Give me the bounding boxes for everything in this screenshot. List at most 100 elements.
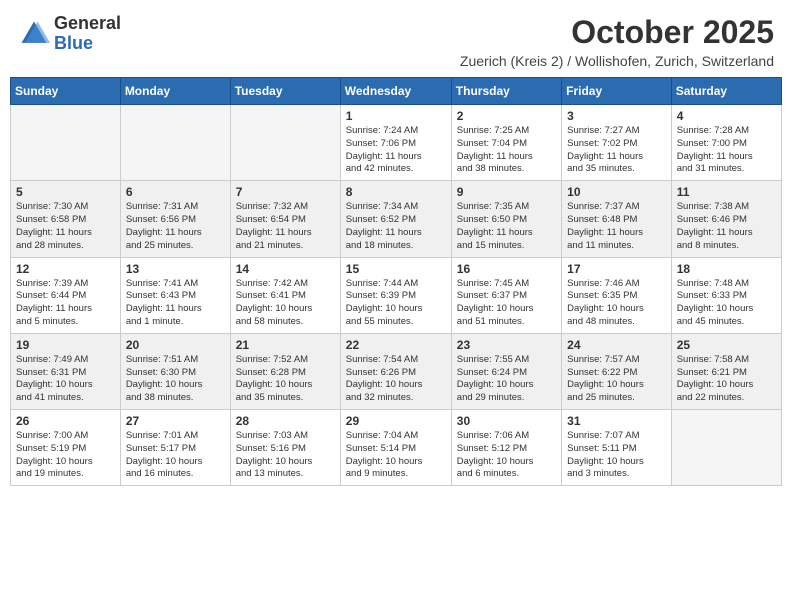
calendar-cell: 31Sunrise: 7:07 AM Sunset: 5:11 PM Dayli… [562,410,672,486]
calendar-cell: 16 Sunrise: 7:45 AM Sunset: 6:37 PM Dayli… [451,257,561,333]
day-number: 1 [346,109,446,123]
day-info: Sunrise: 7:46 AM Sunset: 6:35 PM Dayligh… [567,278,666,329]
day-number: 5 [16,185,115,199]
calendar-header-row: SundayMondayTuesdayWednesdayThursdayFrid… [11,78,782,105]
day-info: Sunrise: 7:06 AM Sunset: 5:12 PM Dayligh… [457,430,556,481]
location-subtitle: Zuerich (Kreis 2) / Wollishofen, Zurich,… [460,53,774,69]
day-number: 12 [16,262,115,276]
col-header-monday: Monday [120,78,230,105]
day-info: Sunrise: 7:54 AM Sunset: 6:26 PM Dayligh… [346,354,446,405]
day-number: 26 [16,414,115,428]
calendar-cell: 18 Sunrise: 7:48 AM Sunset: 6:33 PM Dayli… [671,257,781,333]
day-number: 14 [236,262,335,276]
day-info: Sunrise: 7:31 AM Sunset: 6:56 PM Dayligh… [126,201,225,252]
calendar-cell: 30 Sunrise: 7:06 AM Sunset: 5:12 PM Dayli… [451,410,561,486]
day-info: Sunrise: 7:37 AM Sunset: 6:48 PM Dayligh… [567,201,666,252]
calendar-cell: 19 Sunrise: 7:49 AM Sunset: 6:31 PM Dayli… [11,333,121,409]
calendar-cell: 20 Sunrise: 7:51 AM Sunset: 6:30 PM Dayli… [120,333,230,409]
day-info: Sunrise: 7:30 AM Sunset: 6:58 PM Dayligh… [16,201,115,252]
day-info: Sunrise: 7:51 AM Sunset: 6:30 PM Dayligh… [126,354,225,405]
calendar-cell: 15 Sunrise: 7:44 AM Sunset: 6:39 PM Dayli… [340,257,451,333]
day-number: 13 [126,262,225,276]
col-header-saturday: Saturday [671,78,781,105]
day-number: 10 [567,185,666,199]
day-info: Sunrise: 7:32 AM Sunset: 6:54 PM Dayligh… [236,201,335,252]
day-info: Sunrise: 7:49 AM Sunset: 6:31 PM Dayligh… [16,354,115,405]
logo-general-text: General [54,13,121,33]
calendar-cell: 4 Sunrise: 7:28 AM Sunset: 7:00 PM Daylig… [671,105,781,181]
calendar-cell: 5 Sunrise: 7:30 AM Sunset: 6:58 PM Daylig… [11,181,121,257]
calendar-week-row: 26Sunrise: 7:00 AM Sunset: 5:19 PM Dayli… [11,410,782,486]
day-number: 30 [457,414,556,428]
calendar-cell: 24Sunrise: 7:57 AM Sunset: 6:22 PM Dayli… [562,333,672,409]
calendar-table: SundayMondayTuesdayWednesdayThursdayFrid… [10,77,782,486]
col-header-friday: Friday [562,78,672,105]
day-number: 20 [126,338,225,352]
day-info: Sunrise: 7:24 AM Sunset: 7:06 PM Dayligh… [346,125,446,176]
calendar-cell: 1 Sunrise: 7:24 AM Sunset: 7:06 PM Daylig… [340,105,451,181]
calendar-cell: 23Sunrise: 7:55 AM Sunset: 6:24 PM Dayli… [451,333,561,409]
calendar-cell: 13 Sunrise: 7:41 AM Sunset: 6:43 PM Dayli… [120,257,230,333]
calendar-cell: 26Sunrise: 7:00 AM Sunset: 5:19 PM Dayli… [11,410,121,486]
day-number: 3 [567,109,666,123]
calendar-cell: 2 Sunrise: 7:25 AM Sunset: 7:04 PM Daylig… [451,105,561,181]
calendar-cell: 11 Sunrise: 7:38 AM Sunset: 6:46 PM Dayli… [671,181,781,257]
day-number: 6 [126,185,225,199]
day-number: 18 [677,262,776,276]
day-number: 8 [346,185,446,199]
calendar-cell [11,105,121,181]
calendar-cell: 29Sunrise: 7:04 AM Sunset: 5:14 PM Dayli… [340,410,451,486]
calendar-week-row: 1 Sunrise: 7:24 AM Sunset: 7:06 PM Daylig… [11,105,782,181]
calendar-cell: 6 Sunrise: 7:31 AM Sunset: 6:56 PM Daylig… [120,181,230,257]
day-info: Sunrise: 7:01 AM Sunset: 5:17 PM Dayligh… [126,430,225,481]
col-header-thursday: Thursday [451,78,561,105]
day-number: 21 [236,338,335,352]
day-number: 22 [346,338,446,352]
calendar-cell: 7 Sunrise: 7:32 AM Sunset: 6:54 PM Daylig… [230,181,340,257]
day-info: Sunrise: 7:52 AM Sunset: 6:28 PM Dayligh… [236,354,335,405]
month-title: October 2025 [460,14,774,51]
day-number: 16 [457,262,556,276]
calendar-cell [230,105,340,181]
calendar-cell: 28 Sunrise: 7:03 AM Sunset: 5:16 PM Dayli… [230,410,340,486]
logo-icon [18,18,50,50]
day-info: Sunrise: 7:34 AM Sunset: 6:52 PM Dayligh… [346,201,446,252]
day-info: Sunrise: 7:25 AM Sunset: 7:04 PM Dayligh… [457,125,556,176]
day-info: Sunrise: 7:45 AM Sunset: 6:37 PM Dayligh… [457,278,556,329]
calendar-cell: 27 Sunrise: 7:01 AM Sunset: 5:17 PM Dayli… [120,410,230,486]
day-number: 27 [126,414,225,428]
calendar-cell: 21 Sunrise: 7:52 AM Sunset: 6:28 PM Dayli… [230,333,340,409]
calendar-week-row: 12Sunrise: 7:39 AM Sunset: 6:44 PM Dayli… [11,257,782,333]
day-info: Sunrise: 7:03 AM Sunset: 5:16 PM Dayligh… [236,430,335,481]
day-info: Sunrise: 7:48 AM Sunset: 6:33 PM Dayligh… [677,278,776,329]
day-info: Sunrise: 7:07 AM Sunset: 5:11 PM Dayligh… [567,430,666,481]
day-number: 11 [677,185,776,199]
logo: General Blue [18,14,121,54]
day-info: Sunrise: 7:42 AM Sunset: 6:41 PM Dayligh… [236,278,335,329]
day-number: 7 [236,185,335,199]
day-number: 9 [457,185,556,199]
day-number: 15 [346,262,446,276]
calendar-cell: 8 Sunrise: 7:34 AM Sunset: 6:52 PM Daylig… [340,181,451,257]
day-info: Sunrise: 7:38 AM Sunset: 6:46 PM Dayligh… [677,201,776,252]
page-header: General Blue October 2025 Zuerich (Kreis… [10,10,782,73]
calendar-cell [120,105,230,181]
calendar-cell [671,410,781,486]
day-info: Sunrise: 7:41 AM Sunset: 6:43 PM Dayligh… [126,278,225,329]
day-number: 4 [677,109,776,123]
day-number: 28 [236,414,335,428]
calendar-cell: 17Sunrise: 7:46 AM Sunset: 6:35 PM Dayli… [562,257,672,333]
day-info: Sunrise: 7:44 AM Sunset: 6:39 PM Dayligh… [346,278,446,329]
calendar-cell: 9 Sunrise: 7:35 AM Sunset: 6:50 PM Daylig… [451,181,561,257]
col-header-tuesday: Tuesday [230,78,340,105]
title-block: October 2025 Zuerich (Kreis 2) / Wollish… [460,14,774,69]
day-info: Sunrise: 7:57 AM Sunset: 6:22 PM Dayligh… [567,354,666,405]
day-info: Sunrise: 7:27 AM Sunset: 7:02 PM Dayligh… [567,125,666,176]
day-number: 25 [677,338,776,352]
col-header-sunday: Sunday [11,78,121,105]
day-info: Sunrise: 7:28 AM Sunset: 7:00 PM Dayligh… [677,125,776,176]
day-number: 2 [457,109,556,123]
day-number: 19 [16,338,115,352]
calendar-week-row: 5 Sunrise: 7:30 AM Sunset: 6:58 PM Daylig… [11,181,782,257]
day-info: Sunrise: 7:35 AM Sunset: 6:50 PM Dayligh… [457,201,556,252]
